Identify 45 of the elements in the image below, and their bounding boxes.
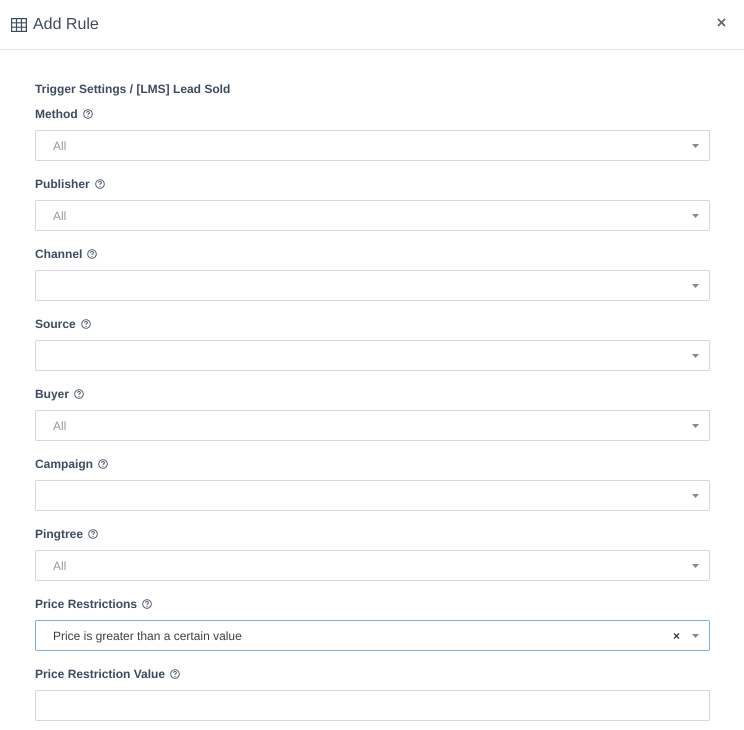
select-placeholder: All <box>53 418 68 434</box>
select-placeholder: All <box>53 138 68 154</box>
caret-icon <box>692 354 699 358</box>
caret-icon <box>692 424 699 428</box>
select-field[interactable]: All <box>35 200 710 231</box>
caret-icon <box>692 214 699 218</box>
table-icon <box>11 18 27 32</box>
field-label: Publisher <box>35 176 90 193</box>
input-field[interactable] <box>35 690 710 721</box>
select-field[interactable]: Price is greater than a certain value × <box>35 620 710 651</box>
help-icon <box>142 599 152 609</box>
select-placeholder: All <box>53 558 68 574</box>
select-field[interactable]: All <box>35 410 710 441</box>
caret-icon <box>692 634 699 638</box>
select-field[interactable] <box>35 270 710 301</box>
field-label: Pingtree <box>35 526 84 543</box>
close-icon[interactable] <box>717 18 726 27</box>
field-label: Campaign <box>35 456 94 473</box>
help-icon <box>94 179 105 189</box>
dialog-title: Add Rule <box>33 14 100 34</box>
select-field[interactable]: All <box>35 130 710 161</box>
help-icon <box>74 389 84 399</box>
select-field[interactable] <box>35 480 710 511</box>
field-label: Buyer <box>35 386 70 403</box>
caret-icon <box>692 564 699 568</box>
caret-icon <box>692 494 699 498</box>
help-icon <box>170 669 180 679</box>
help-icon <box>98 459 108 469</box>
select-placeholder: All <box>53 208 68 224</box>
clear-button[interactable]: × <box>672 626 680 644</box>
select-field[interactable] <box>35 340 710 371</box>
field-label: Method <box>35 106 78 123</box>
help-icon <box>82 109 93 119</box>
select-field[interactable]: All <box>35 550 710 581</box>
caret-icon <box>692 284 699 288</box>
field-label: Price Restriction Value <box>35 666 166 683</box>
field-label: Price Restrictions <box>35 596 138 613</box>
field-label: Channel <box>35 246 82 263</box>
field-label: Source <box>35 316 76 333</box>
select-value: Price is greater than a certain value <box>53 628 243 644</box>
help-icon <box>88 529 98 539</box>
help-icon <box>80 319 91 329</box>
help-icon <box>87 249 98 259</box>
breadcrumb: Trigger Settings / [LMS] Lead Sold <box>35 81 230 98</box>
caret-icon <box>692 144 699 148</box>
